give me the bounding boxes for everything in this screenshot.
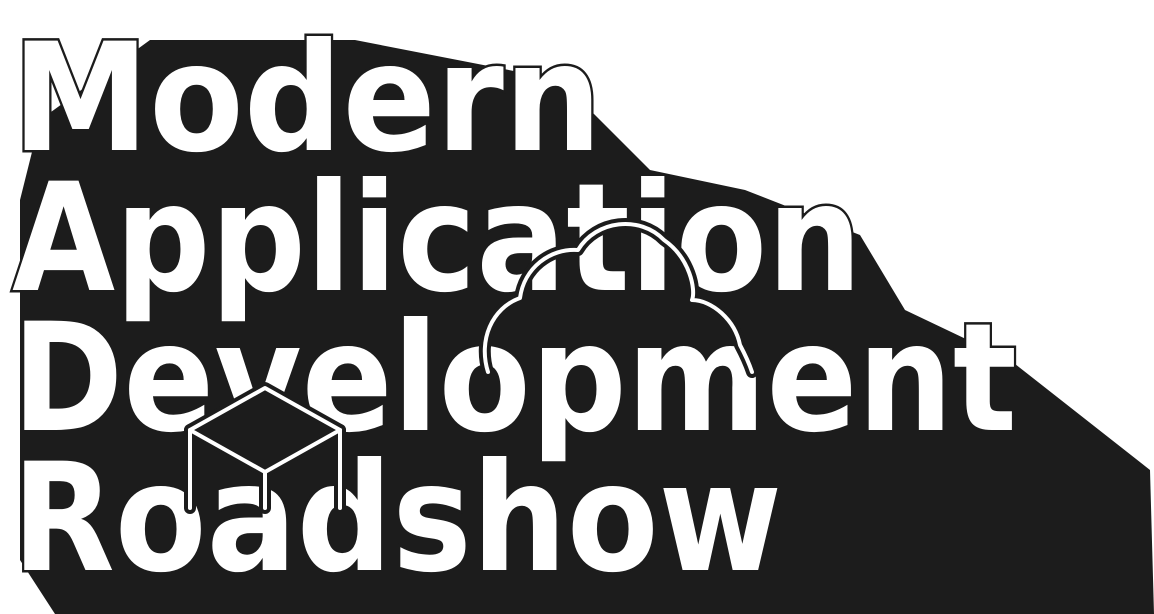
logo-artwork: Modern Application Development Roadshow [10, 10, 1154, 614]
roadshow-logo: Modern Application Development Roadshow [0, 0, 1154, 614]
title-line-4: Roadshow [12, 432, 782, 606]
